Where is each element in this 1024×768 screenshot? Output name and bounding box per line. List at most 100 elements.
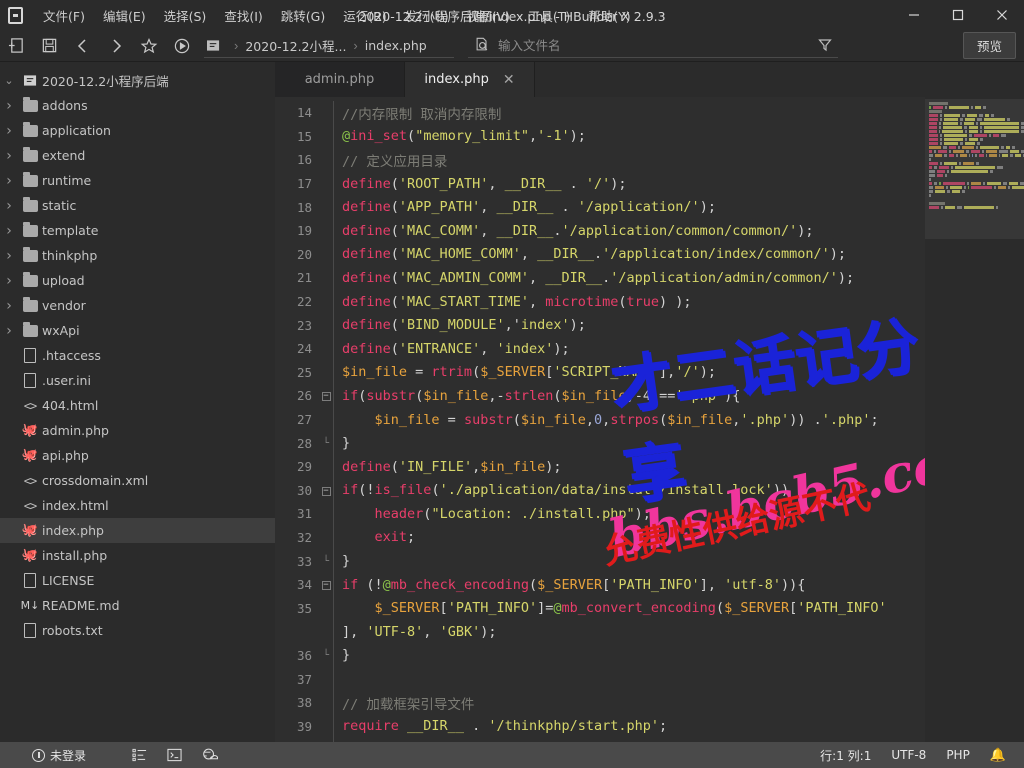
close-icon[interactable]: ✕	[503, 73, 515, 87]
forward-icon[interactable]	[99, 30, 132, 62]
code-line[interactable]: 18 define('APP_PATH', __DIR__ . '/applica…	[275, 195, 925, 219]
chevron-down-icon[interactable]: ⌄	[0, 74, 18, 87]
chevron-right-icon[interactable]: ›	[0, 298, 18, 314]
save-icon[interactable]	[33, 30, 66, 62]
code-text[interactable]: //内存限制 取消内存限制	[342, 103, 925, 123]
tree-item-index-php[interactable]: 🐙 index.php	[0, 518, 275, 543]
code-line[interactable]: 34− if (!@mb_check_encoding($_SERVER['PAT…	[275, 572, 925, 597]
code-text[interactable]: define('IN_FILE',$in_file);	[342, 459, 925, 475]
tree-item-extend[interactable]: › extend	[0, 143, 275, 168]
editor-tab-admin-php[interactable]: admin.php	[275, 62, 405, 97]
tree-item-application[interactable]: › application	[0, 118, 275, 143]
menu-find[interactable]: 查找(I)	[215, 2, 271, 29]
tree-item-addons[interactable]: › addons	[0, 93, 275, 118]
code-line[interactable]: 21 define('MAC_ADMIN_COMM', __DIR__.'/app…	[275, 266, 925, 290]
run-icon[interactable]	[165, 30, 198, 62]
maximize-button[interactable]	[936, 0, 980, 30]
code-text[interactable]: ], 'UTF-8', 'GBK');	[342, 624, 925, 640]
menu-file[interactable]: 文件(F)	[34, 2, 94, 29]
tree-item-runtime[interactable]: › runtime	[0, 168, 275, 193]
code-text[interactable]: define('MAC_HOME_COMM', __DIR__.'/applic…	[342, 246, 925, 262]
code-text[interactable]: // 加载框架引导文件	[342, 693, 925, 713]
code-editor[interactable]: 14 //内存限制 取消内存限制 15 @ini_set("memory_limit"…	[275, 97, 1024, 742]
code-line[interactable]: 19 define('MAC_COMM', __DIR__.'/applicati…	[275, 218, 925, 243]
cloud-icon[interactable]	[192, 742, 228, 768]
tree-item-template[interactable]: › template	[0, 218, 275, 243]
code-line[interactable]: 36 └}	[275, 643, 925, 668]
chevron-right-icon[interactable]: ›	[0, 148, 18, 164]
back-icon[interactable]	[66, 30, 99, 62]
chevron-right-icon[interactable]: ›	[0, 323, 18, 339]
tree-item-robots-txt[interactable]: robots.txt	[0, 618, 275, 643]
tree-item-install-php[interactable]: 🐙 install.php	[0, 543, 275, 568]
code-line[interactable]: 23 define('BIND_MODULE','index');	[275, 313, 925, 337]
code-line[interactable]: 38 // 加载框架引导文件	[275, 690, 925, 715]
code-line[interactable]: 15 @ini_set("memory_limit",'-1');	[275, 124, 925, 149]
code-text[interactable]: define('ENTRANCE', 'index');	[342, 341, 925, 357]
code-text[interactable]: @ini_set("memory_limit",'-1');	[342, 128, 925, 144]
code-line[interactable]: 16 // 定义应用目录	[275, 148, 925, 172]
search-input[interactable]	[498, 37, 818, 53]
menu-run[interactable]: 运行(R)	[334, 2, 395, 29]
code-line[interactable]: 25 $in_file = rtrim($_SERVER['SCRIPT_NAME…	[275, 360, 925, 385]
code-line[interactable]: 31 header("Location: ./install.php");	[275, 502, 925, 526]
code-text[interactable]	[342, 671, 925, 687]
encoding-status[interactable]: UTF-8	[881, 742, 936, 768]
tree-item-htaccess[interactable]: .htaccess	[0, 343, 275, 368]
tree-root-node[interactable]: ⌄ 2020-12.2小程序后端	[0, 68, 275, 93]
tree-item-license[interactable]: LICENSE	[0, 568, 275, 593]
chevron-right-icon[interactable]: ›	[0, 273, 18, 289]
code-text[interactable]: define('MAC_COMM', __DIR__.'/application…	[342, 223, 925, 239]
code-line[interactable]: 32 exit;	[275, 525, 925, 550]
tree-item-thinkphp[interactable]: › thinkphp	[0, 243, 275, 268]
tree-item-crossdomain-xml[interactable]: <> crossdomain.xml	[0, 468, 275, 493]
tree-item-readme-md[interactable]: M↓ README.md	[0, 593, 275, 618]
chevron-right-icon[interactable]: ›	[0, 123, 18, 139]
minimap[interactable]	[925, 97, 1024, 742]
fold-toggle-icon[interactable]: −	[319, 485, 333, 496]
menu-goto[interactable]: 跳转(G)	[272, 2, 334, 29]
file-search-bar[interactable]	[468, 34, 838, 58]
chevron-right-icon[interactable]: ›	[0, 198, 18, 214]
fold-toggle-icon[interactable]: −	[319, 579, 333, 591]
code-text[interactable]: require __DIR__ . '/thinkphp/start.php';	[342, 718, 925, 734]
code-line[interactable]: 37	[275, 667, 925, 691]
code-text[interactable]: define('BIND_MODULE','index');	[342, 317, 925, 333]
tree-item-static[interactable]: › static	[0, 193, 275, 218]
menu-view[interactable]: 视图(V)	[458, 2, 519, 29]
tree-item-404-html[interactable]: <> 404.html	[0, 393, 275, 418]
tree-item-vendor[interactable]: › vendor	[0, 293, 275, 318]
tree-item-upload[interactable]: › upload	[0, 268, 275, 293]
chevron-right-icon[interactable]: ›	[0, 223, 18, 239]
editor-tab-index-php[interactable]: index.php ✕	[405, 62, 535, 97]
preview-button[interactable]: 预览	[962, 32, 1016, 59]
code-text[interactable]: // 定义应用目录	[342, 150, 925, 170]
code-text[interactable]: }	[342, 435, 925, 451]
tree-item-wxapi[interactable]: › wxApi	[0, 318, 275, 343]
code-line[interactable]: 30− if(!is_file('./application/data/insta…	[275, 478, 925, 503]
chevron-right-icon[interactable]: ›	[0, 173, 18, 189]
code-line[interactable]: 28 └}	[275, 431, 925, 455]
code-line[interactable]: 22 define('MAC_START_TIME', microtime(tru…	[275, 289, 925, 314]
chevron-right-icon[interactable]: ›	[0, 98, 18, 114]
code-text[interactable]: $in_file = rtrim($_SERVER['SCRIPT_NAME']…	[342, 364, 925, 380]
project-tree-sidebar[interactable]: ⌄ 2020-12.2小程序后端 › addons › application › ext…	[0, 62, 275, 742]
outline-icon[interactable]	[122, 742, 157, 768]
bell-icon[interactable]: 🔔	[980, 742, 1024, 768]
breadcrumb-project[interactable]: 2020-12.2小程...	[245, 36, 346, 55]
menu-select[interactable]: 选择(S)	[155, 2, 216, 29]
breadcrumb-file[interactable]: index.php	[365, 38, 427, 53]
login-status[interactable]: 未登录	[22, 742, 96, 768]
code-text[interactable]: define('MAC_ADMIN_COMM', __DIR__.'/appli…	[342, 270, 925, 286]
code-text[interactable]: $_SERVER['PATH_INFO']=@mb_convert_encodi…	[342, 600, 925, 616]
minimize-button[interactable]	[892, 0, 936, 30]
filter-icon[interactable]	[818, 38, 832, 52]
menu-edit[interactable]: 编辑(E)	[94, 2, 155, 29]
tree-item-index-html[interactable]: <> index.html	[0, 493, 275, 518]
language-status[interactable]: PHP	[936, 742, 980, 768]
code-scroll-area[interactable]: 14 //内存限制 取消内存限制 15 @ini_set("memory_limit"…	[275, 97, 925, 742]
code-text[interactable]: if(substr($in_file,-strlen($in_file)-4)=…	[342, 388, 925, 404]
code-line[interactable]: ], 'UTF-8', 'GBK');	[275, 620, 925, 644]
star-icon[interactable]	[132, 30, 165, 62]
code-text[interactable]: }	[342, 647, 925, 663]
